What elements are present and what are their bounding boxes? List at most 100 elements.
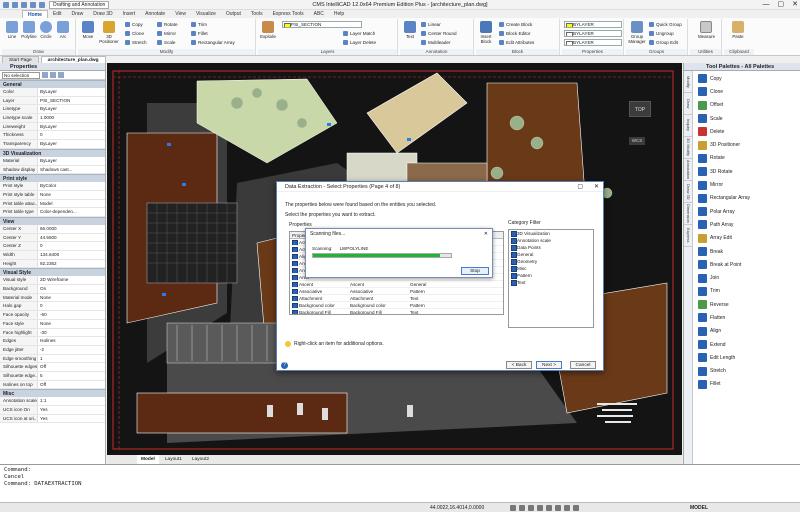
- category-filter-pattern[interactable]: Pattern: [509, 272, 593, 279]
- property-checkbox-cell[interactable]: Background Fill: [290, 309, 350, 314]
- property-value[interactable]: ByLayer: [38, 157, 105, 165]
- osnap-icon[interactable]: [546, 505, 552, 511]
- paste-button[interactable]: Paste: [730, 21, 746, 39]
- property-checkbox-cell[interactable]: Background color: [290, 302, 350, 308]
- palette-tool-rotate[interactable]: Rotate: [694, 152, 800, 165]
- category-filter-3d-visualization[interactable]: 3D Visualization: [509, 230, 593, 237]
- linetype-combo[interactable]: BYLAYER: [564, 30, 622, 37]
- tab-view[interactable]: View: [170, 10, 191, 18]
- stretch-button[interactable]: Stretch: [124, 39, 147, 46]
- cancel-button[interactable]: Cancel: [570, 361, 596, 369]
- copy-button[interactable]: Copy: [124, 21, 143, 28]
- property-row[interactable]: Visual style 2D Wireframe: [0, 276, 105, 286]
- tab-insert[interactable]: Insert: [118, 10, 141, 18]
- property-value[interactable]: ByColor: [38, 182, 105, 190]
- property-table-row[interactable]: Associative Associative Pattern: [290, 288, 503, 295]
- palette-tool-array-edit[interactable]: Array Edit: [694, 232, 800, 245]
- property-row[interactable]: Silhouette edges Off: [0, 363, 105, 372]
- category-3d-visualization[interactable]: 3D Visualization: [0, 148, 105, 157]
- property-row[interactable]: Edge smoothing 1: [0, 354, 105, 364]
- palette-tool-edit-length[interactable]: Edit Length: [694, 351, 800, 364]
- open-icon[interactable]: [12, 1, 18, 8]
- property-row[interactable]: Silhouette edge... 5: [0, 371, 105, 381]
- property-value[interactable]: -2: [38, 346, 105, 354]
- tab-help[interactable]: Help: [329, 10, 349, 18]
- palette-tab-annotation[interactable]: Annotation: [684, 159, 693, 181]
- property-row[interactable]: UCS icon at ori... Yes: [0, 414, 105, 424]
- palette-tool-offset[interactable]: Offset: [694, 99, 800, 112]
- property-value[interactable]: -60: [38, 311, 105, 319]
- category-misc[interactable]: Misc: [0, 389, 105, 398]
- rectangular-array-button[interactable]: Rectangular Array: [190, 39, 235, 46]
- text-button[interactable]: Text: [402, 21, 418, 39]
- property-value[interactable]: Shadows cast...: [38, 166, 105, 174]
- property-row[interactable]: Face style None: [0, 319, 105, 329]
- positioner-button[interactable]: 3D Positioner: [98, 21, 120, 44]
- property-table-row[interactable]: Background color Background color Pattern: [290, 302, 503, 309]
- minimize-button[interactable]: —: [763, 0, 770, 10]
- property-value[interactable]: ByLayer: [38, 105, 105, 113]
- palette-tool-extend[interactable]: Extend: [694, 338, 800, 351]
- property-row[interactable]: Print style table None: [0, 190, 105, 200]
- property-row[interactable]: Halo gap 0: [0, 302, 105, 312]
- layer-delete-button[interactable]: Layer Delete: [342, 39, 376, 46]
- property-table-row[interactable]: Background Fill Background Fill Text: [290, 309, 503, 314]
- move-button[interactable]: Move: [80, 21, 96, 39]
- next-button[interactable]: Next >: [536, 361, 562, 369]
- property-row[interactable]: Annotation scale 1:1: [0, 397, 105, 406]
- rotate-button[interactable]: Rotate: [156, 21, 178, 28]
- property-value[interactable]: Off: [38, 363, 105, 371]
- palette-tool-scale[interactable]: Scale: [694, 112, 800, 125]
- property-row[interactable]: Face highlight -30: [0, 328, 105, 338]
- multileader-button[interactable]: Multileader: [420, 39, 450, 46]
- fillet-button[interactable]: Fillet: [190, 30, 208, 37]
- command-line[interactable]: Command: Cancel Command: DATAEXTRACTION: [0, 464, 800, 502]
- workspace-select[interactable]: Drafting and Annotation: [49, 0, 110, 9]
- group-manager-button[interactable]: Group Manager: [628, 21, 646, 44]
- property-row[interactable]: Center Y 44.5500: [0, 233, 105, 243]
- layer-match-button[interactable]: Layer Match: [342, 30, 375, 37]
- property-row[interactable]: Background On: [0, 285, 105, 294]
- property-row[interactable]: Height 92.2362: [0, 259, 105, 269]
- ortho-icon[interactable]: [528, 505, 534, 511]
- category-filter-misc[interactable]: Misc: [509, 265, 593, 272]
- property-value[interactable]: 66.0000: [38, 225, 105, 233]
- measure-button[interactable]: Measure: [698, 21, 715, 39]
- ungroup-button[interactable]: Ungroup: [648, 30, 674, 37]
- palette-tool-flatten[interactable]: Flatten: [694, 311, 800, 324]
- tab-layout1[interactable]: Layout1: [161, 455, 186, 464]
- tab-abc[interactable]: ABC: [309, 10, 329, 18]
- property-value[interactable]: PSI_SECTION: [38, 97, 105, 105]
- help-icon[interactable]: ?: [281, 362, 288, 369]
- property-row[interactable]: Center X 66.0000: [0, 224, 105, 234]
- property-value[interactable]: 44.5500: [38, 234, 105, 242]
- selection-dropdown[interactable]: No selection: [2, 71, 40, 79]
- palette-tool-3d-rotate[interactable]: 3D Rotate: [694, 165, 800, 178]
- tab-architecture-plan[interactable]: architecture_plan.dwg: [40, 56, 106, 63]
- property-row[interactable]: UCS icon On Yes: [0, 406, 105, 415]
- property-value[interactable]: Off: [38, 381, 105, 389]
- palette-tab-draw[interactable]: Draw: [684, 93, 693, 115]
- property-value[interactable]: Yes: [38, 415, 105, 423]
- palette-tab-dimension[interactable]: Dimension: [684, 203, 693, 225]
- palette-tab-3d-modify[interactable]: 3D Modify: [684, 137, 693, 159]
- edit-attributes-button[interactable]: Edit Attributes: [498, 39, 534, 46]
- tab-start-page[interactable]: Start Page: [2, 56, 39, 63]
- polar-icon[interactable]: [537, 505, 543, 511]
- tab-model[interactable]: Model: [137, 455, 159, 464]
- category-filter-text[interactable]: Text: [509, 279, 593, 286]
- clone-button[interactable]: Clone: [124, 30, 144, 37]
- palette-tab-modify[interactable]: Modify: [684, 71, 693, 93]
- property-row[interactable]: Print table type Color-dependen...: [0, 208, 105, 217]
- property-value[interactable]: -30: [38, 329, 105, 337]
- viewcube[interactable]: TOP: [629, 101, 651, 117]
- property-row[interactable]: Edge jitter -2: [0, 345, 105, 355]
- category-general[interactable]: General: [0, 80, 105, 88]
- otrack-icon[interactable]: [555, 505, 561, 511]
- property-row[interactable]: Width 134.6400: [0, 251, 105, 260]
- category-visual-style[interactable]: Visual Style: [0, 268, 105, 277]
- stop-button[interactable]: Stop: [461, 267, 489, 275]
- property-value[interactable]: 0: [38, 131, 105, 139]
- tab-layout2[interactable]: Layout2: [188, 455, 213, 464]
- property-value[interactable]: Yes: [38, 406, 105, 414]
